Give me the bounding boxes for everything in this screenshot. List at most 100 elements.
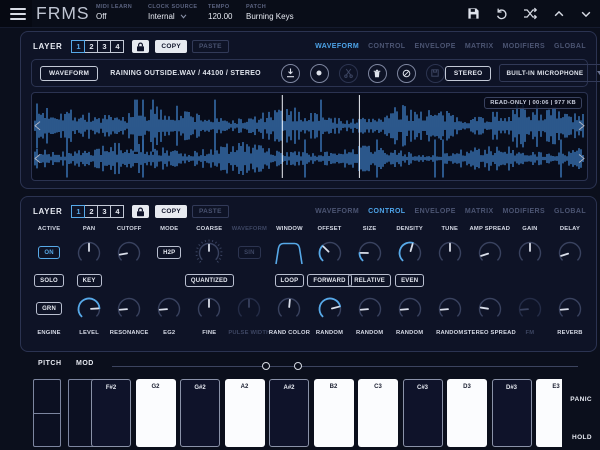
tab-envelope[interactable]: ENVELOPE bbox=[415, 208, 456, 215]
tab-global[interactable]: GLOBAL bbox=[554, 208, 586, 215]
layer-select-4[interactable]: 4 bbox=[110, 205, 125, 218]
resonance-knob[interactable] bbox=[116, 296, 142, 322]
panic-button[interactable]: PANIC bbox=[570, 396, 592, 403]
cutoff-knob[interactable] bbox=[116, 240, 142, 266]
lock-button[interactable] bbox=[132, 40, 150, 53]
key-button[interactable]: KEY bbox=[76, 274, 102, 287]
level-knob[interactable] bbox=[76, 296, 102, 322]
load-sample-button[interactable] bbox=[280, 63, 300, 83]
tab-modifiers[interactable]: MODIFIERS bbox=[503, 43, 546, 50]
cut-icon bbox=[344, 68, 353, 78]
layer-select-1[interactable]: 1 bbox=[71, 205, 86, 218]
key-a2[interactable]: A2 bbox=[224, 379, 265, 447]
header-field-label: CLOCK SOURCE bbox=[148, 4, 198, 10]
normalize-button[interactable] bbox=[396, 63, 416, 83]
trash-button[interactable] bbox=[367, 63, 387, 83]
stereo-mode-button[interactable]: STEREO bbox=[444, 65, 492, 81]
key-e3[interactable]: E3 bbox=[536, 379, 562, 447]
layer-select-3[interactable]: 3 bbox=[97, 40, 112, 53]
layer-select-1[interactable]: 1 bbox=[71, 40, 86, 53]
fine-knob[interactable] bbox=[196, 296, 222, 322]
header-field-tempo: TEMPO 120.00 bbox=[208, 4, 232, 21]
tab-modifiers[interactable]: MODIFIERS bbox=[503, 208, 546, 215]
delay-knob[interactable] bbox=[557, 240, 583, 266]
header-field-clock-source[interactable]: CLOCK SOURCE Internal bbox=[148, 4, 197, 21]
paste-button[interactable]: PASTE bbox=[192, 40, 229, 53]
key-d3[interactable]: D3 bbox=[447, 379, 487, 447]
pulse-width-knob bbox=[236, 296, 262, 322]
random-knob[interactable] bbox=[317, 296, 343, 322]
pitch-wheel[interactable] bbox=[33, 379, 61, 447]
key-d-3[interactable]: D#3 bbox=[491, 379, 532, 447]
tab-control[interactable]: CONTROL bbox=[368, 208, 405, 215]
relative-button[interactable]: RELATIVE bbox=[348, 274, 392, 287]
rand-color-knob[interactable] bbox=[276, 296, 302, 322]
waveform-display[interactable]: READ-ONLY | 00:06 | 977 KB bbox=[31, 92, 588, 181]
tab-waveform[interactable]: WAVEFORM bbox=[315, 43, 359, 50]
key-a-2[interactable]: A#2 bbox=[269, 379, 309, 447]
key-g-2[interactable]: G#2 bbox=[180, 379, 220, 447]
density-knob[interactable] bbox=[397, 240, 423, 266]
tab-matrix[interactable]: MATRIX bbox=[465, 208, 494, 215]
random-knob[interactable] bbox=[397, 296, 423, 322]
h2p-button[interactable]: H2P bbox=[157, 246, 182, 259]
offset-knob[interactable] bbox=[317, 240, 343, 266]
reverb-knob[interactable] bbox=[557, 296, 583, 322]
control-column-density: DENSITY EVEN RANDOM bbox=[390, 223, 430, 338]
save-button[interactable] bbox=[467, 7, 480, 20]
amp-spread-knob[interactable] bbox=[477, 240, 503, 266]
gain-knob[interactable] bbox=[517, 240, 543, 266]
patch-up-button[interactable] bbox=[553, 8, 565, 20]
tab-matrix[interactable]: MATRIX bbox=[465, 43, 494, 50]
hold-button[interactable]: HOLD bbox=[572, 434, 592, 441]
quantized-button[interactable]: QUANTIZED bbox=[184, 274, 234, 287]
range-handle-end[interactable] bbox=[294, 362, 303, 370]
size-knob[interactable] bbox=[357, 240, 383, 266]
tab-waveform[interactable]: WAVEFORM bbox=[315, 208, 359, 215]
stereo-spread-knob[interactable] bbox=[477, 296, 503, 322]
tab-global[interactable]: GLOBAL bbox=[554, 43, 586, 50]
label-random: RANDOM bbox=[436, 329, 464, 336]
key-b2[interactable]: B2 bbox=[313, 379, 354, 447]
key-f-2[interactable]: F#2 bbox=[91, 379, 131, 447]
key-g2[interactable]: G2 bbox=[135, 379, 176, 447]
menu-button[interactable] bbox=[0, 0, 32, 27]
solo-button[interactable]: SOLO bbox=[34, 274, 64, 287]
loop-button[interactable]: LOOP bbox=[274, 274, 305, 287]
tab-envelope[interactable]: ENVELOPE bbox=[415, 43, 456, 50]
pan-knob[interactable] bbox=[76, 240, 102, 266]
random-knob[interactable] bbox=[437, 296, 463, 322]
header-field-value: Off bbox=[96, 12, 107, 21]
input-device-select[interactable]: BUILT-IN MICROPHONE bbox=[499, 64, 600, 82]
paste-button[interactable]: PASTE bbox=[192, 205, 229, 218]
header-icons bbox=[467, 0, 592, 27]
randomize-button[interactable] bbox=[523, 7, 538, 20]
forward-button[interactable]: FORWARD bbox=[307, 274, 352, 287]
coarse-knob[interactable] bbox=[194, 238, 224, 268]
copy-button[interactable]: COPY bbox=[155, 205, 188, 218]
waveform-menu-button[interactable]: WAVEFORM bbox=[40, 65, 99, 81]
sin-button: SIN bbox=[238, 246, 261, 259]
layer-select-2[interactable]: 2 bbox=[84, 205, 99, 218]
lock-button[interactable] bbox=[132, 205, 150, 218]
key-c3[interactable]: C3 bbox=[358, 379, 398, 447]
patch-down-button[interactable] bbox=[580, 8, 592, 20]
layer-select-3[interactable]: 3 bbox=[97, 205, 112, 218]
copy-button[interactable]: COPY bbox=[155, 40, 188, 53]
tab-control[interactable]: CONTROL bbox=[368, 43, 405, 50]
label-coarse: COARSE bbox=[196, 225, 223, 232]
key-c-3[interactable]: C#3 bbox=[402, 379, 443, 447]
layer-select-4[interactable]: 4 bbox=[110, 40, 125, 53]
eg2-knob[interactable] bbox=[156, 296, 182, 322]
record-button[interactable] bbox=[309, 63, 329, 83]
tune-knob[interactable] bbox=[437, 240, 463, 266]
layer-select-2[interactable]: 2 bbox=[84, 40, 99, 53]
save-icon bbox=[468, 8, 479, 19]
grn-button[interactable]: GRN bbox=[36, 302, 62, 315]
on-button[interactable]: ON bbox=[38, 246, 60, 259]
random-knob[interactable] bbox=[357, 296, 383, 322]
even-button[interactable]: EVEN bbox=[395, 274, 425, 287]
undo-button[interactable] bbox=[495, 7, 508, 20]
keyboard-range-slider[interactable] bbox=[112, 362, 578, 370]
range-handle-start[interactable] bbox=[261, 362, 270, 370]
